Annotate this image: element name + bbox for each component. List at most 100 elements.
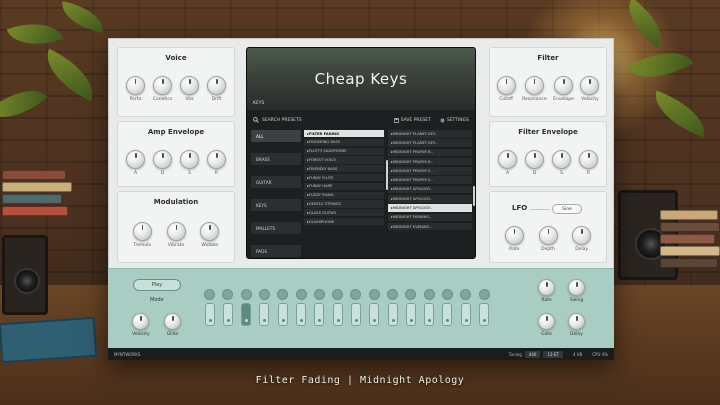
tuning-reference-chip[interactable]: 440 (524, 350, 541, 358)
filter-attack-knob[interactable] (498, 150, 517, 169)
step-toggle[interactable] (441, 289, 453, 300)
velocity-knob[interactable] (580, 76, 600, 95)
step-toggle[interactable] (258, 289, 270, 300)
step-toggle[interactable] (368, 289, 380, 300)
step-velocity-bar[interactable] (442, 303, 453, 326)
seq-velocity-knob[interactable] (132, 313, 150, 330)
step-toggle[interactable] (405, 289, 417, 300)
favorite-item[interactable]: ▸ MIDNIGHT APOLOGY.. (388, 185, 472, 194)
lfo-rate-knob[interactable] (504, 226, 524, 245)
filter-envelope-amount-knob[interactable] (554, 76, 574, 95)
category-item[interactable]: MALLETS (251, 222, 301, 234)
step-velocity-bar[interactable] (387, 303, 398, 326)
preset-item[interactable]: ▸ GENTLE STRINGS (304, 200, 384, 208)
vibrato-knob[interactable] (166, 222, 186, 241)
conetics-knob[interactable] (153, 76, 173, 95)
filter-decay-knob[interactable] (525, 150, 544, 169)
step-toggle[interactable] (332, 289, 344, 300)
step-velocity-bar[interactable] (296, 303, 306, 326)
step-toggle[interactable] (423, 289, 435, 300)
category-item[interactable]: BRASS (251, 153, 301, 165)
category-item[interactable]: ALL (251, 130, 301, 142)
category-item[interactable]: GUITAR (251, 176, 301, 188)
seq-gate-knob[interactable] (538, 313, 555, 330)
amp-sustain-knob[interactable] (180, 150, 199, 169)
amp-decay-knob[interactable] (153, 150, 172, 169)
favorite-item-label: MIDNIGHT PLANET KEY.. (392, 131, 437, 136)
step-toggle[interactable] (313, 289, 325, 300)
step-velocity-bar[interactable] (332, 303, 343, 326)
step-velocity-bar[interactable] (350, 303, 361, 326)
porta-knob[interactable] (125, 76, 145, 95)
seq-swing-knob[interactable] (568, 279, 585, 296)
preset-item[interactable]: ▸ FRIENDLY BASS (304, 165, 384, 173)
knob-label: Glide (166, 332, 179, 337)
step-velocity-bar[interactable] (277, 303, 288, 326)
favorite-item[interactable]: ▸ MIDNIGHT EVENING.. (388, 222, 472, 231)
preset-item[interactable]: ▸ FILTER FADING (304, 130, 384, 138)
step-toggle[interactable] (204, 289, 215, 300)
preset-item[interactable]: ▸ GLASS GUITAR (304, 209, 384, 217)
preset-item[interactable]: ▸ FOREST VOICE (304, 156, 384, 164)
amp-release-knob[interactable] (207, 150, 226, 169)
step-velocity-bar[interactable] (460, 303, 471, 326)
preset-item[interactable]: ▸ GLASSPHONE (304, 217, 384, 226)
category-item[interactable]: KEYS (251, 199, 301, 211)
step-toggle[interactable] (350, 289, 362, 300)
step-velocity-bar[interactable] (259, 303, 270, 326)
wobble-knob[interactable] (200, 222, 220, 241)
resonance-knob[interactable] (524, 76, 544, 95)
play-button[interactable]: Play (133, 279, 181, 291)
preset-item[interactable]: ▸ FUNKY FLUTE (304, 173, 384, 182)
step-toggle[interactable] (240, 289, 252, 300)
step-toggle[interactable] (478, 289, 490, 300)
favorite-item[interactable]: ▸ MIDNIGHT PRAYER S.. (388, 167, 472, 175)
favorite-item[interactable]: ▸ MIDNIGHT PRAYER B.. (388, 148, 472, 157)
favorite-item[interactable]: ▸ MIDNIGHT PLANET KEY.. (388, 139, 472, 147)
knob-label: Rate (509, 247, 520, 252)
seq-rate-knob[interactable] (538, 279, 555, 296)
seq-delay-knob[interactable] (568, 313, 585, 330)
step-toggle[interactable] (222, 289, 234, 300)
lfo-delay-knob[interactable] (572, 226, 592, 245)
step-velocity-bar[interactable] (204, 303, 215, 326)
knob-label: Vox (185, 97, 194, 102)
step-toggle[interactable] (295, 289, 307, 300)
amp-attack-knob[interactable] (126, 150, 145, 169)
step-toggle[interactable] (277, 289, 289, 300)
save-preset-button[interactable]: SAVE PRESET (393, 118, 431, 123)
drift-knob[interactable] (207, 76, 227, 95)
seq-glide-knob[interactable] (164, 313, 181, 330)
vox-knob[interactable] (180, 76, 200, 95)
favorites-list-scrollbar[interactable] (473, 186, 475, 206)
step-velocity-bar[interactable] (369, 303, 380, 326)
tremolo-knob[interactable] (132, 222, 152, 241)
filter-release-knob[interactable] (579, 150, 598, 169)
favorite-item[interactable]: ▸ MIDNIGHT PLANET KEY.. (388, 130, 472, 138)
filter-sustain-knob[interactable] (552, 150, 571, 169)
step-velocity-bar[interactable] (424, 303, 435, 326)
step-velocity-bar[interactable] (479, 303, 489, 326)
step-velocity-bar[interactable] (222, 303, 233, 326)
preset-item[interactable]: ▸ FINGERING BASS (304, 138, 384, 147)
step-toggle[interactable] (387, 289, 398, 300)
cutoff-knob[interactable] (496, 76, 516, 95)
favorite-item[interactable]: ▸ MIDNIGHT PARKING.. (388, 213, 472, 222)
step-velocity-bar[interactable] (405, 303, 416, 326)
step-toggle[interactable] (460, 289, 472, 300)
favorite-item[interactable]: ▸ MIDNIGHT PRAYER S.. (388, 176, 472, 184)
settings-button[interactable]: SETTINGS (440, 118, 469, 123)
favorite-item[interactable]: ▸ MIDNIGHT APOLOGY.. (388, 194, 472, 203)
category-item[interactable]: PADS (251, 245, 301, 257)
preset-item[interactable]: ▸ FLUTTY SAXOPHONE (304, 147, 384, 155)
preset-item[interactable]: ▸ FUNKY HARP (304, 182, 384, 191)
favorite-item[interactable]: ▸ MIDNIGHT PRAYER B.. (388, 157, 472, 166)
lfo-waveform-toggle[interactable]: Sine (552, 204, 582, 214)
step-velocity-bar[interactable] (314, 303, 325, 326)
favorite-item[interactable]: ▸ MIDNIGHT APOLOGY.. (388, 204, 472, 212)
search-input[interactable]: SEARCH PRESETS (253, 117, 385, 123)
step-velocity-bar[interactable] (241, 303, 252, 326)
lfo-depth-knob[interactable] (538, 226, 558, 245)
tuning-scale-chip[interactable]: 12-ET (543, 350, 563, 358)
preset-item[interactable]: ▸ FUZZY PIANO (304, 191, 384, 199)
